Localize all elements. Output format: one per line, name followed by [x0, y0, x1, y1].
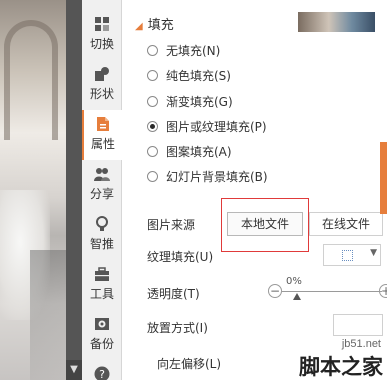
radio-no-fill[interactable]: 无填充(N)	[147, 41, 220, 59]
texture-fill-dropdown[interactable]: ▼	[323, 244, 381, 266]
tool-label: 智推	[89, 237, 114, 251]
transparency-increase-button[interactable]: +	[379, 284, 387, 298]
panel-accent-bar	[380, 142, 387, 214]
radio-label: 幻灯片背景填充(B)	[166, 169, 268, 184]
tool-help[interactable]: ?	[82, 362, 122, 380]
fill-section-title: 填充	[147, 18, 174, 33]
tool-toolbox[interactable]: 工具	[82, 260, 122, 310]
transparency-label: 透明度(T)	[147, 287, 200, 301]
radio-label: 图片或纹理填充(P)	[166, 119, 267, 134]
site-watermark: jb51.net 脚本之家	[282, 338, 387, 380]
radio-gradient-fill[interactable]: 渐变填充(G)	[147, 92, 233, 110]
chevron-down-icon: ▼	[370, 248, 377, 258]
fill-preview-thumbnail	[298, 12, 375, 32]
help-icon: ?	[94, 366, 110, 380]
tool-recommend[interactable]: 智推	[82, 210, 122, 260]
backup-icon	[95, 318, 109, 330]
radio-button[interactable]	[147, 44, 158, 56]
shape-icon	[95, 67, 109, 81]
share-icon	[94, 168, 110, 181]
online-file-button[interactable]: 在线文件	[309, 212, 383, 236]
properties-panel: ◢ 填充 无填充(N) 纯色填充(S) 渐变填充(G) 图片或纹理填充(P) 图案…	[123, 0, 387, 380]
radio-label: 图案填充(A)	[166, 144, 232, 159]
radio-picture-texture-fill[interactable]: 图片或纹理填充(P)	[147, 117, 267, 135]
transparency-decrease-button[interactable]: −	[268, 284, 282, 298]
offset-left-label: 向左偏移(L)	[157, 357, 222, 371]
transparency-slider-thumb[interactable]	[293, 293, 301, 300]
tool-share[interactable]: 分享	[82, 160, 122, 210]
photo-arch	[4, 20, 58, 140]
watermark-url: jb51.net	[341, 338, 381, 350]
placement-label: 放置方式(I)	[147, 321, 208, 335]
tool-label: 形状	[89, 87, 114, 101]
tool-label: 切换	[89, 37, 114, 51]
radio-solid-fill[interactable]: 纯色填充(S)	[147, 66, 231, 84]
fill-section-header[interactable]: ◢ 填充	[135, 14, 174, 33]
tool-shape[interactable]: 形状	[82, 60, 122, 110]
tool-properties[interactable]: 属性	[82, 110, 122, 160]
photo-shadow	[30, 250, 66, 380]
transparency-value: 0%	[286, 276, 302, 287]
tool-label: 工具	[89, 287, 114, 301]
svg-text:?: ?	[99, 368, 105, 380]
collapse-triangle-icon: ◢	[135, 21, 143, 32]
radio-label: 渐变填充(G)	[166, 94, 233, 109]
tool-label: 分享	[89, 187, 114, 201]
toolbox-icon	[95, 267, 109, 281]
local-file-button[interactable]: 本地文件	[227, 212, 303, 236]
radio-label: 纯色填充(S)	[166, 68, 231, 83]
radio-button[interactable]	[147, 95, 158, 107]
radio-button[interactable]	[147, 145, 158, 157]
vertical-scrollbar[interactable]	[66, 0, 82, 380]
image-source-label: 图片来源	[147, 218, 196, 232]
tool-label: 属性	[90, 137, 115, 151]
recommend-icon	[96, 216, 108, 231]
texture-fill-label: 纹理填充(U)	[147, 250, 214, 264]
tool-label: 备份	[89, 337, 114, 351]
tool-backup[interactable]: 备份	[82, 310, 122, 360]
radio-button-selected[interactable]	[147, 120, 158, 132]
radio-button[interactable]	[147, 170, 158, 182]
texture-swatch-icon	[342, 250, 353, 261]
transition-icon	[95, 17, 109, 31]
radio-slide-background-fill[interactable]: 幻灯片背景填充(B)	[147, 167, 268, 185]
watermark-name: 脚本之家	[299, 355, 383, 379]
radio-pattern-fill[interactable]: 图案填充(A)	[147, 142, 232, 160]
slide-photo-preview	[0, 0, 66, 380]
side-toolbar: 切换 形状 属性 分享 智推 工具 备份 ?	[82, 0, 122, 380]
tool-transition[interactable]: 切换	[82, 10, 122, 60]
properties-icon	[97, 117, 109, 131]
scroll-down-icon[interactable]: ▼	[66, 360, 82, 380]
transparency-slider-track[interactable]	[282, 291, 382, 292]
radio-label: 无填充(N)	[166, 43, 221, 58]
radio-button[interactable]	[147, 69, 158, 81]
placement-dropdown[interactable]	[333, 314, 383, 336]
